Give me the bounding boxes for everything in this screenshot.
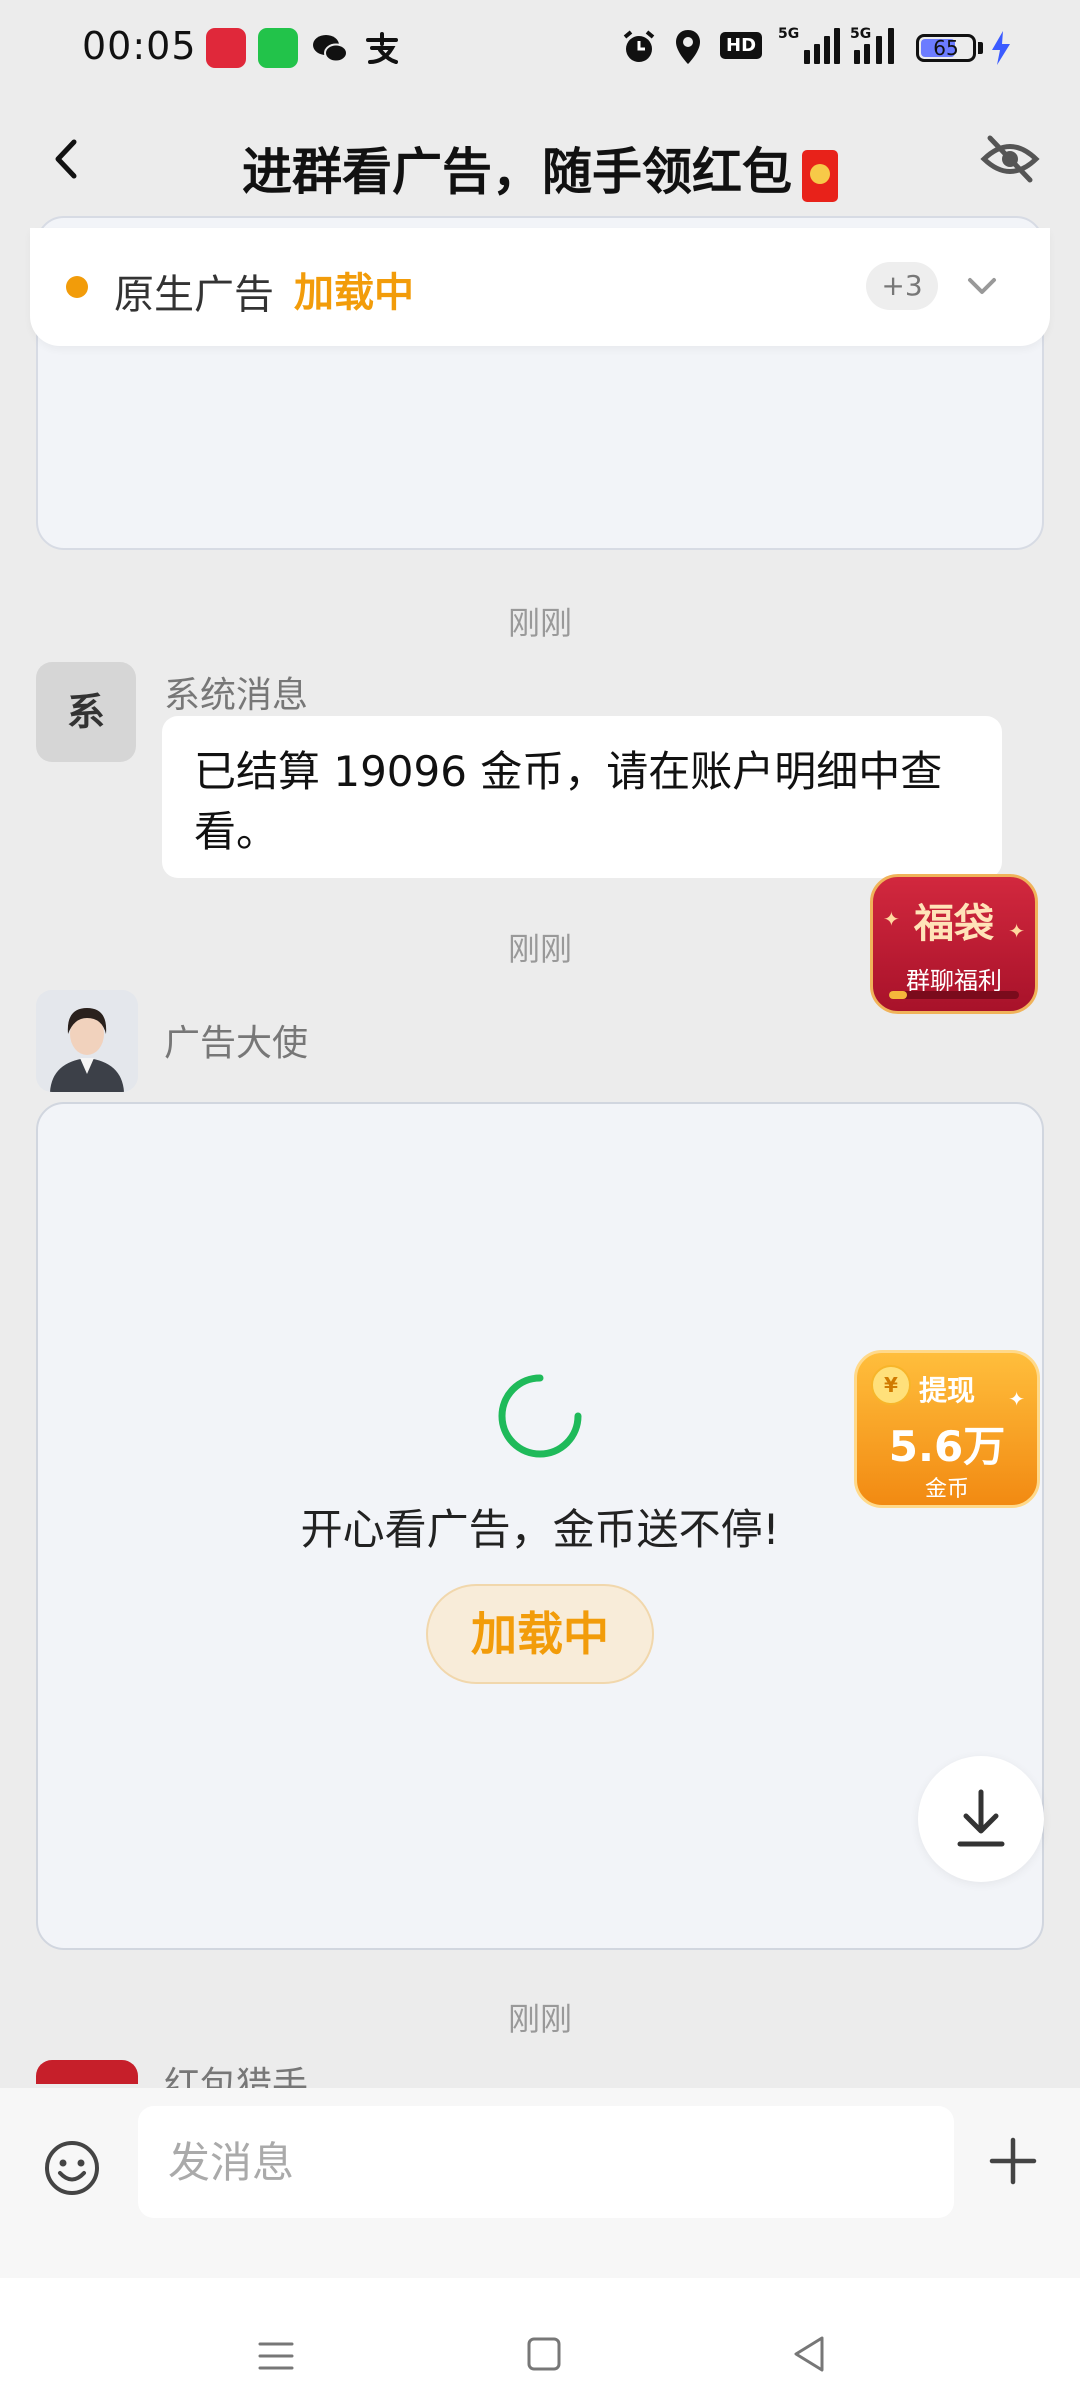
system-message-bubble[interactable]: 已结算 19096 金币，请在账户明细中查看。 <box>162 716 1002 878</box>
plus-icon[interactable] <box>988 2136 1038 2186</box>
location-icon <box>676 30 700 64</box>
system-nav-bar <box>0 2278 1080 2408</box>
notice-status: 加载中 <box>294 270 414 316</box>
alipay-icon <box>366 32 398 64</box>
withdraw-amount: 5.6万 <box>888 1422 1006 1471</box>
sparkle-icon: ✦ <box>1008 1387 1025 1411</box>
withdraw-unit: 金币 <box>924 1477 969 1502</box>
download-button[interactable] <box>918 1756 1044 1882</box>
red-packet-hunter-avatar[interactable] <box>36 2060 138 2084</box>
ad-loading-button[interactable]: 加载中 <box>426 1584 654 1684</box>
chevron-down-icon[interactable] <box>964 272 1000 300</box>
hd-voice-badge: HD <box>720 32 763 59</box>
alarm-icon <box>623 30 655 62</box>
status-bar: 00:05 HD 5G 5G 65 <box>0 0 1080 96</box>
withdraw-button[interactable]: ¥ 提现 ✦ 5.6万 金币 <box>854 1350 1040 1508</box>
sender-name-system: 系统消息 <box>164 675 309 716</box>
message-input-bar <box>0 2088 1080 2278</box>
timestamp: 刚刚 <box>507 604 572 642</box>
store-app-icon <box>258 28 298 68</box>
battery-level: 65 <box>933 36 959 60</box>
status-dot <box>66 276 88 298</box>
withdraw-label: 提现 <box>919 1374 976 1407</box>
lucky-bag-title: 福袋 <box>914 901 994 947</box>
battery-cap <box>978 42 983 54</box>
page-title: 进群看广告，随手领红包 <box>0 132 1080 204</box>
lucky-bag-button[interactable]: ✦ ✦ 福袋 群聊福利 <box>870 874 1038 1014</box>
sender-name-ad: 广告大使 <box>164 1023 309 1064</box>
person-avatar-icon <box>36 990 138 1092</box>
signal-icon-1: 5G <box>778 26 842 66</box>
more-count-badge[interactable]: +3 <box>866 262 938 310</box>
loading-spinner-icon <box>498 1374 582 1458</box>
ad-ambassador-avatar[interactable] <box>36 990 138 1092</box>
home-icon[interactable] <box>526 2336 562 2372</box>
xiaohongshu-app-icon <box>206 28 246 68</box>
sender-name-hunter: 红包猎手 <box>164 2065 309 2090</box>
recent-apps-icon[interactable] <box>256 2336 296 2376</box>
download-icon <box>957 1789 1005 1847</box>
status-time: 00:05 <box>82 24 197 68</box>
signal-icon-2: 5G <box>850 26 906 66</box>
page-title-text: 进群看广告，随手领红包 <box>242 143 792 201</box>
timestamp: 刚刚 <box>507 2000 572 2038</box>
system-avatar[interactable]: 系 <box>36 662 136 762</box>
notice-label: 原生广告 <box>114 272 274 318</box>
coin-icon: ¥ <box>871 1365 911 1405</box>
top-header: 进群看广告，随手领红包 <box>0 96 1080 226</box>
native-ad-notice[interactable]: 原生广告 加载中 +3 <box>30 228 1050 346</box>
red-packet-icon <box>802 149 838 202</box>
eye-off-icon[interactable] <box>980 134 1040 184</box>
wechat-icon <box>313 35 348 63</box>
charging-icon <box>992 31 1010 65</box>
emoji-icon[interactable] <box>42 2138 102 2198</box>
message-input[interactable] <box>138 2106 954 2218</box>
lucky-bag-progress <box>889 991 1019 999</box>
nav-back-icon[interactable] <box>790 2334 828 2374</box>
